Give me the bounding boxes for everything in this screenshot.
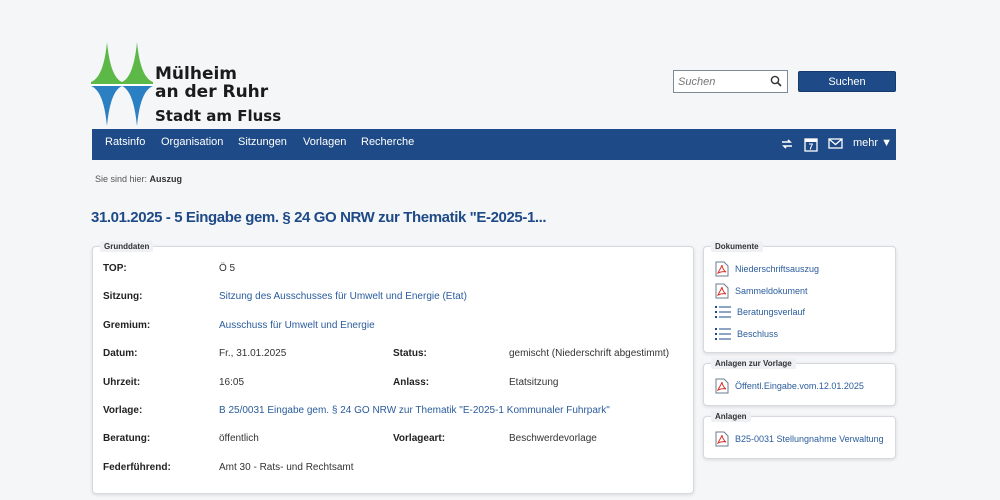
dokumente-legend: Dokumente <box>711 241 763 252</box>
uhrzeit-value: 16:05 <box>219 377 245 388</box>
datum-label: Datum: <box>103 348 138 359</box>
document-link[interactable]: Sammeldokument <box>715 283 808 299</box>
nav-item-sitzungen[interactable]: Sitzungen <box>238 136 287 148</box>
page: Mülheim an der Ruhr Stadt am Fluss Suche… <box>0 0 1000 500</box>
uhrzeit-label: Uhrzeit: <box>103 377 141 388</box>
list-icon <box>715 306 731 318</box>
search-input[interactable] <box>674 71 768 92</box>
logo-text-line2: an der Ruhr <box>155 82 269 102</box>
status-label: Status: <box>393 348 427 359</box>
city-logo[interactable]: Mülheim an der Ruhr Stadt am Fluss <box>91 42 291 126</box>
page-title: 31.01.2025 - 5 Eingabe gem. § 24 GO NRW … <box>91 209 547 226</box>
calendar-day-label: 7 <box>809 143 814 152</box>
anlass-label: Anlass: <box>393 377 430 388</box>
nav-item-organisation[interactable]: Organisation <box>161 136 223 148</box>
attachment-link-label: Öffentl.Eingabe.vom.12.01.2025 <box>735 381 864 391</box>
federfuehrend-label: Federführend: <box>103 462 171 473</box>
pdf-icon <box>715 261 729 277</box>
beratung-label: Beratung: <box>103 433 151 444</box>
refresh-icon[interactable] <box>780 137 794 151</box>
anlagen-vorlage-panel: Anlagen zur Vorlage Öffentl.Eingabe.vom.… <box>703 358 896 406</box>
nav-more-menu[interactable]: mehr ▼ <box>853 137 892 149</box>
dokumente-panel: Dokumente Niederschriftsauszug Sammeldok… <box>703 241 896 353</box>
anlagen-panel: Anlagen B25-0031 Stellungnahme Verwaltun… <box>703 411 896 459</box>
federfuehrend-value: Amt 30 - Rats- und Rechtsamt <box>219 462 354 473</box>
grunddaten-legend: Grunddaten <box>100 241 154 252</box>
sitzung-link[interactable]: Sitzung des Ausschusses für Umwelt und E… <box>219 291 467 302</box>
logo-text-line1: Mülheim <box>155 64 238 84</box>
pdf-icon <box>715 283 729 299</box>
calendar-icon[interactable]: 7 <box>804 137 818 152</box>
attachment-link[interactable]: B25-0031 Stellungnahme Verwaltung <box>715 431 884 447</box>
document-link[interactable]: Beratungsverlauf <box>715 305 805 319</box>
document-link[interactable]: Niederschriftsauszug <box>715 261 819 277</box>
attachment-link[interactable]: Öffentl.Eingabe.vom.12.01.2025 <box>715 378 864 394</box>
anlagen-vorlage-legend: Anlagen zur Vorlage <box>711 358 796 369</box>
document-link-label: Sammeldokument <box>735 286 808 296</box>
datum-value: Fr., 31.01.2025 <box>219 348 287 359</box>
vorlageart-label: Vorlageart: <box>393 433 446 444</box>
top-value: Ö 5 <box>219 263 236 274</box>
vorlage-label: Vorlage: <box>103 405 143 416</box>
search-box <box>673 70 788 93</box>
gremium-label: Gremium: <box>103 320 151 331</box>
grunddaten-panel: Grunddaten TOP: Ö 5 Sitzung: Sitzung des… <box>92 241 694 494</box>
gremium-link[interactable]: Ausschuss für Umwelt und Energie <box>219 320 375 331</box>
vorlage-link[interactable]: B 25/0031 Eingabe gem. § 24 GO NRW zur T… <box>219 405 610 416</box>
search-icon[interactable] <box>770 75 782 87</box>
nav-item-ratsinfo[interactable]: Ratsinfo <box>105 136 145 148</box>
pdf-icon <box>715 378 729 394</box>
logo-text-line3: Stadt am Fluss <box>155 107 282 125</box>
document-link-label: Niederschriftsauszug <box>735 264 820 274</box>
nav-item-vorlagen[interactable]: Vorlagen <box>303 136 346 148</box>
document-link-label: Beratungsverlauf <box>737 307 806 317</box>
top-label: TOP: <box>103 263 127 274</box>
sitzung-label: Sitzung: <box>103 291 143 302</box>
pdf-icon <box>715 431 729 447</box>
main-nav: Ratsinfo Organisation Sitzungen Vorlagen… <box>92 129 896 160</box>
mail-icon[interactable] <box>828 137 843 150</box>
breadcrumb-current: Auszug <box>149 174 183 184</box>
breadcrumb: Sie sind hier: Auszug <box>95 174 182 184</box>
search-button[interactable]: Suchen <box>798 71 896 92</box>
anlass-value: Etatsitzung <box>509 377 559 388</box>
anlagen-legend: Anlagen <box>711 411 751 422</box>
document-link[interactable]: Beschluss <box>715 327 778 341</box>
status-value: gemischt (Niederschrift abgestimmt) <box>509 348 670 359</box>
beratung-value: öffentlich <box>219 433 259 444</box>
city-logo-mark-icon <box>91 42 153 126</box>
document-link-label: Beschluss <box>737 329 779 339</box>
attachment-link-label: B25-0031 Stellungnahme Verwaltung <box>735 434 884 444</box>
vorlageart-value: Beschwerdevorlage <box>509 433 597 444</box>
nav-item-recherche[interactable]: Recherche <box>361 136 414 148</box>
list-icon <box>715 328 731 340</box>
breadcrumb-prefix: Sie sind hier: <box>95 174 148 184</box>
